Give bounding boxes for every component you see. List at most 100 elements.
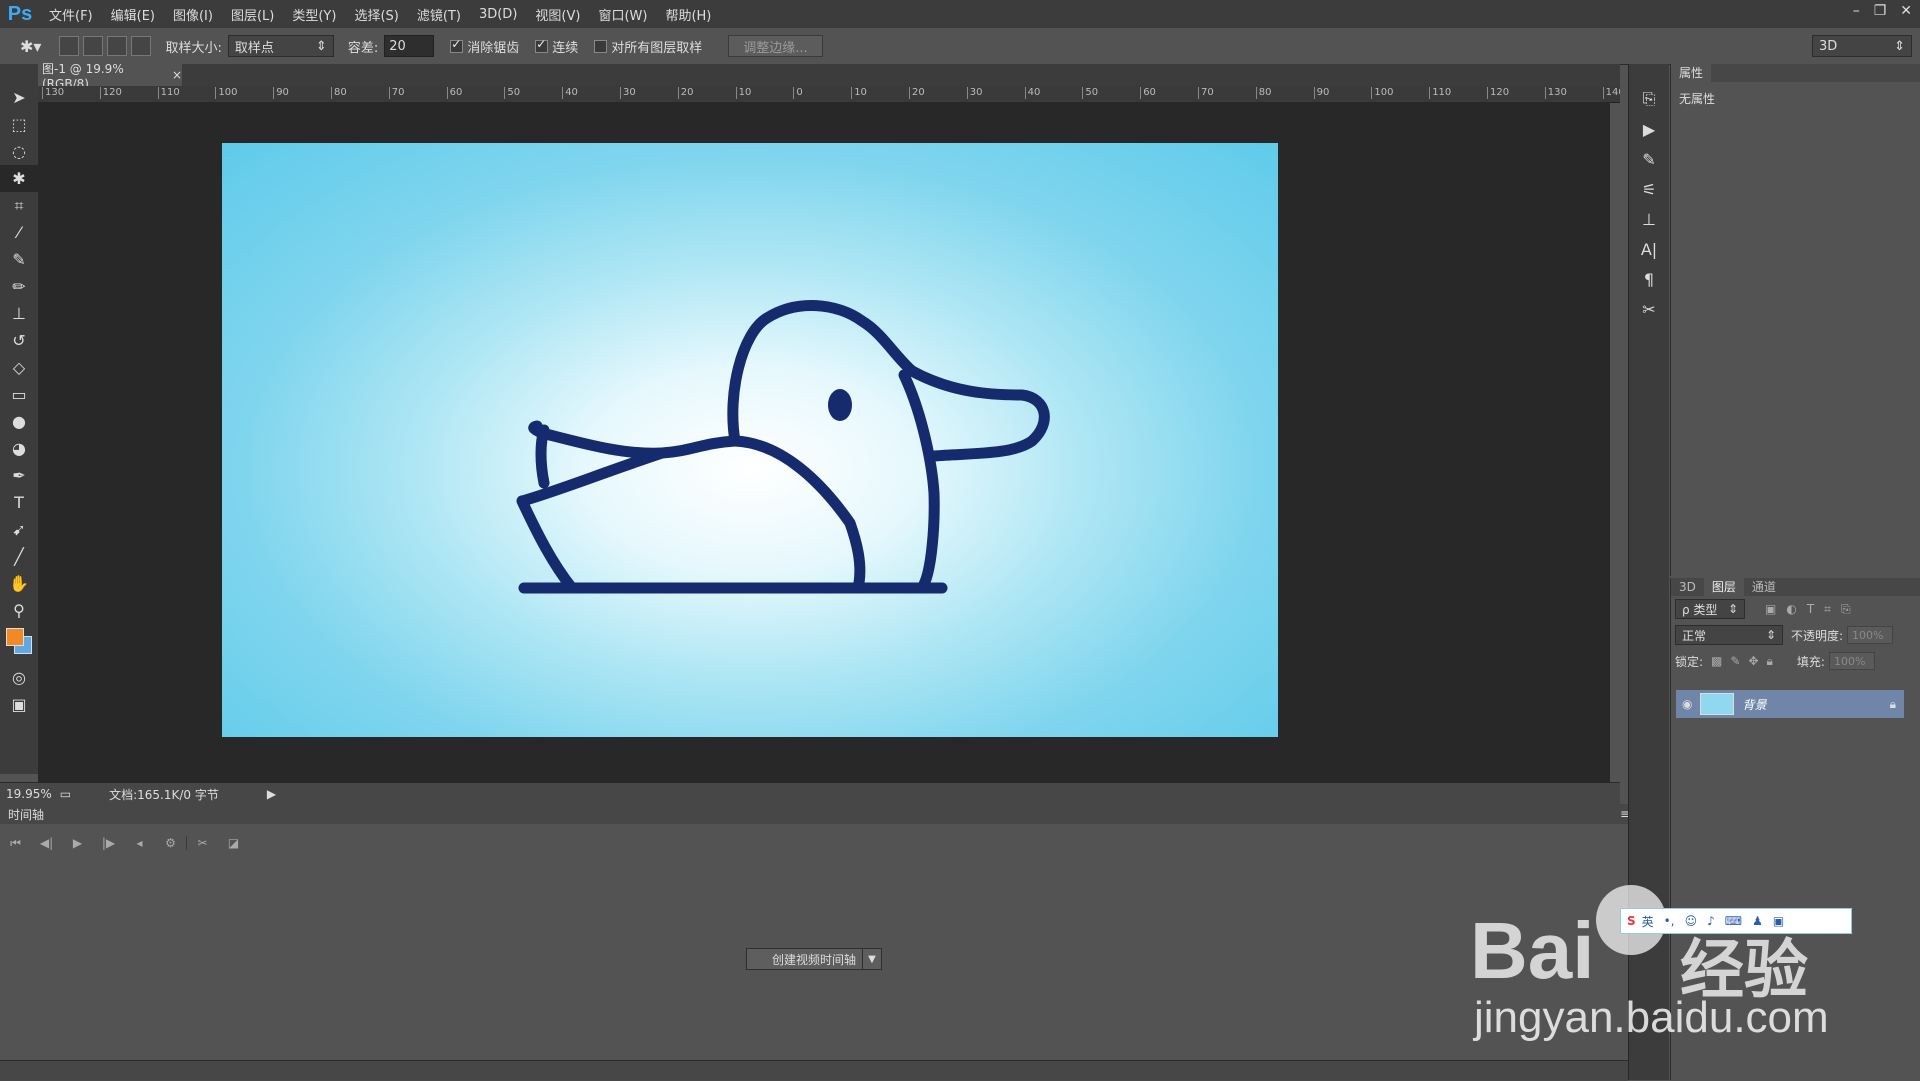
lock-paint-icon[interactable]: ✎ — [1730, 654, 1740, 668]
layer-filter-select[interactable]: ρ 类型 ⇕ — [1675, 599, 1745, 619]
brush-tool-icon[interactable]: ✏ — [0, 273, 38, 300]
filter-pixel-icon[interactable]: ▣ — [1765, 602, 1776, 616]
eye-icon[interactable]: ◉ — [1682, 697, 1692, 711]
lock-position-icon[interactable]: ✥ — [1748, 654, 1758, 668]
document-canvas[interactable] — [222, 143, 1278, 737]
next-frame-icon[interactable]: |▶ — [93, 836, 124, 850]
close-button[interactable]: ✕ — [1900, 3, 1912, 19]
magic-wand-tool-icon[interactable]: ✱ — [0, 165, 38, 192]
workspace-select[interactable]: 3D ⇕ — [1812, 35, 1912, 57]
brush-presets-icon[interactable]: ✎ — [1629, 144, 1669, 174]
opacity-field[interactable]: 100% — [1847, 626, 1894, 644]
history-icon[interactable]: ⎘ — [1629, 84, 1669, 114]
menu-type[interactable]: 类型(Y) — [283, 5, 345, 24]
add-selection-icon[interactable] — [83, 36, 104, 56]
restore-button[interactable]: ❐ — [1874, 3, 1887, 19]
zoom-tool-icon[interactable]: ⚲ — [0, 597, 38, 624]
play-icon[interactable]: ▶ — [62, 836, 93, 850]
lock-all-icon[interactable]: 🔒︎ — [1767, 654, 1773, 669]
character-icon[interactable]: A| — [1629, 234, 1669, 264]
settings-gear-icon[interactable]: ⚙ — [155, 836, 186, 850]
menu-3d[interactable]: 3D(D) — [470, 7, 526, 22]
adjustments-icon[interactable]: ⚟ — [1629, 174, 1669, 204]
ruler-tick-label: 60 — [446, 87, 462, 99]
antialias-checkbox[interactable] — [450, 37, 464, 53]
contiguous-checkbox[interactable] — [535, 37, 549, 53]
tool-presets-icon[interactable]: ✂ — [1629, 294, 1669, 324]
lasso-tool-icon[interactable]: ◌ — [0, 138, 38, 165]
menu-filter[interactable]: 滤镜(T) — [408, 5, 470, 24]
intersect-selection-icon[interactable] — [131, 36, 152, 56]
filter-shape-icon[interactable]: ⌗ — [1824, 602, 1831, 617]
foreground-color-swatch[interactable] — [6, 628, 24, 646]
ime-emoji-icon[interactable]: ☺ — [1685, 914, 1698, 928]
sample-size-select[interactable]: 取样点 ⇕ — [227, 35, 334, 57]
properties-tab[interactable]: 属性 — [1671, 64, 1712, 82]
ime-language[interactable]: 英 — [1642, 913, 1654, 930]
filter-smart-icon[interactable]: ⎘ — [1841, 602, 1851, 617]
menu-image[interactable]: 图像(I) — [164, 5, 222, 24]
tab-channels[interactable]: 通道 — [1744, 578, 1784, 596]
clone-stamp-tool-icon[interactable]: ⊥ — [0, 300, 38, 327]
history-brush-tool-icon[interactable]: ↺ — [0, 327, 38, 354]
ime-voice-icon[interactable]: ♪ — [1707, 914, 1715, 928]
type-tool-icon[interactable]: T — [0, 489, 38, 516]
layer-item-background[interactable]: ◉ 背景 🔒︎ — [1676, 690, 1904, 718]
export-icon[interactable]: ▭ — [60, 787, 71, 801]
ime-keyboard-icon[interactable]: ⌨ — [1725, 914, 1742, 928]
tools-grip[interactable] — [0, 64, 38, 84]
dodge-tool-icon[interactable]: ◕ — [0, 435, 38, 462]
first-frame-icon[interactable]: ⏮ — [0, 836, 31, 851]
paragraph-icon[interactable]: ¶ — [1629, 264, 1669, 294]
ime-punct-icon[interactable]: •, — [1664, 914, 1675, 928]
actions-play-icon[interactable]: ▶ — [1629, 114, 1669, 144]
subtract-selection-icon[interactable] — [107, 36, 128, 56]
tab-layers[interactable]: 图层 — [1703, 578, 1744, 596]
lock-transparent-icon[interactable]: ▩ — [1711, 654, 1722, 668]
refine-edge-button[interactable]: 调整边缘... — [728, 35, 823, 57]
gradient-tool-icon[interactable]: ▭ — [0, 381, 38, 408]
menu-file[interactable]: 文件(F) — [40, 5, 102, 24]
minimize-button[interactable]: – — [1853, 3, 1860, 19]
menu-layer[interactable]: 图层(L) — [222, 5, 283, 24]
sample-all-layers-checkbox[interactable] — [594, 39, 608, 53]
clone-source-icon[interactable]: ⊥ — [1629, 204, 1669, 234]
document-tab[interactable]: 图-1 @ 19.9%(RGB/8) × — [38, 62, 182, 91]
quick-mask-icon[interactable]: ◎ — [0, 664, 38, 691]
document-tab-close[interactable]: × — [172, 68, 182, 82]
audio-icon[interactable]: ◂ — [124, 836, 155, 850]
tab-3d[interactable]: 3D — [1671, 578, 1704, 596]
blur-tool-icon[interactable]: ● — [0, 408, 38, 435]
status-menu-arrow-icon[interactable]: ▶ — [267, 787, 276, 801]
menu-window[interactable]: 窗口(W) — [589, 5, 656, 24]
magic-wand-preset-icon[interactable]: ✱▾ — [20, 37, 41, 56]
move-tool-icon[interactable]: ➤ — [0, 84, 38, 111]
zoom-level[interactable]: 19.95% — [6, 787, 52, 801]
prev-frame-icon[interactable]: ◀| — [31, 836, 62, 850]
filter-type-icon[interactable]: T — [1807, 602, 1814, 616]
split-scissors-icon[interactable]: ✂ — [186, 836, 218, 850]
fill-field[interactable]: 100% — [1828, 652, 1875, 670]
hand-tool-icon[interactable]: ✋ — [0, 570, 38, 597]
timeline-dropdown-arrow-icon[interactable]: ▼ — [862, 948, 882, 970]
menu-edit[interactable]: 编辑(E) — [102, 5, 164, 24]
eyedropper-tool-icon[interactable]: ⁄ — [0, 219, 38, 246]
healing-brush-tool-icon[interactable]: ✎ — [0, 246, 38, 273]
filter-adjust-icon[interactable]: ◐ — [1786, 602, 1796, 616]
menu-view[interactable]: 视图(V) — [526, 5, 589, 24]
menu-select[interactable]: 选择(S) — [345, 5, 407, 24]
ime-skin-icon[interactable]: ▣ — [1773, 914, 1784, 928]
pen-tool-icon[interactable]: ✒ — [0, 462, 38, 489]
marquee-tool-icon[interactable]: ⬚ — [0, 111, 38, 138]
menu-help[interactable]: 帮助(H) — [656, 5, 720, 24]
eraser-tool-icon[interactable]: ◇ — [0, 354, 38, 381]
new-selection-icon[interactable] — [59, 36, 80, 56]
line-tool-icon[interactable]: ╱ — [0, 543, 38, 570]
screen-mode-icon[interactable]: ▣ — [0, 691, 38, 718]
transition-icon[interactable]: ◪ — [218, 836, 249, 850]
path-selection-tool-icon[interactable]: ➹ — [0, 516, 38, 543]
blend-mode-select[interactable]: 正常 ⇕ — [1675, 625, 1783, 645]
crop-tool-icon[interactable]: ⌗ — [0, 192, 38, 219]
tolerance-input[interactable]: 20 — [384, 35, 435, 57]
ime-user-icon[interactable]: ♟ — [1752, 914, 1763, 928]
